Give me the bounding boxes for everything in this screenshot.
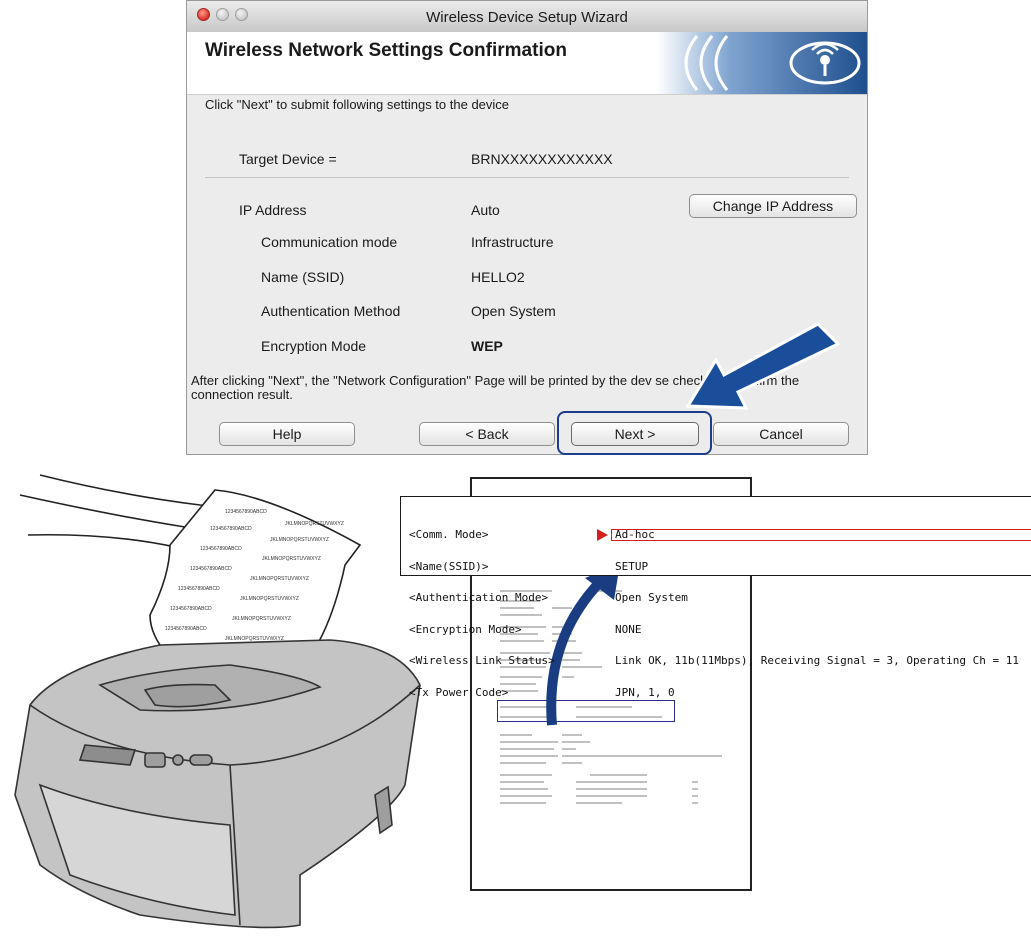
- page-title: Wireless Network Settings Confirmation: [205, 40, 567, 61]
- svg-text:JKLMNOPQRSTUVWXYZ: JKLMNOPQRSTUVWXYZ: [232, 616, 291, 622]
- red-pointer-icon: [597, 529, 608, 541]
- wireless-logo-icon: [657, 32, 867, 94]
- svg-text:JKLMNOPQRSTUVWXYZ: JKLMNOPQRSTUVWXYZ: [285, 521, 344, 527]
- window-title: Wireless Device Setup Wizard: [426, 9, 628, 26]
- svg-text:1234567890ABCD: 1234567890ABCD: [165, 626, 207, 632]
- change-ip-address-button[interactable]: Change IP Address: [689, 194, 857, 218]
- back-button[interactable]: < Back: [419, 422, 555, 446]
- svg-text:JKLMNOPQRSTUVWXYZ: JKLMNOPQRSTUVWXYZ: [250, 576, 309, 582]
- authentication-method-label: Authentication Method: [261, 303, 401, 319]
- wireless-link-status-value: Link OK, 11b(11Mbps), Receiving Signal =…: [615, 654, 1019, 667]
- svg-text:1234567890ABCD: 1234567890ABCD: [200, 546, 242, 552]
- title-bar: Wireless Device Setup Wizard: [187, 1, 867, 33]
- report-zoom-callout: <Comm. Mode> <Name(SSID)> <Authenticatio…: [400, 496, 1031, 697]
- svg-text:1234567890ABCD: 1234567890ABCD: [210, 526, 252, 532]
- svg-text:1234567890ABCD: 1234567890ABCD: [170, 606, 212, 612]
- svg-text:JKLMNOPQRSTUVWXYZ: JKLMNOPQRSTUVWXYZ: [270, 537, 329, 543]
- communication-mode-value: Infrastructure: [471, 234, 554, 250]
- help-button[interactable]: Help: [219, 422, 355, 446]
- report-setting-labels: <Comm. Mode> <Name(SSID)> <Authenticatio…: [409, 528, 555, 699]
- ssid-value: HELLO2: [471, 269, 525, 285]
- authentication-method-value: Open System: [471, 303, 556, 319]
- svg-text:1234567890ABCD: 1234567890ABCD: [190, 566, 232, 572]
- ip-address-label: IP Address: [239, 202, 307, 218]
- svg-text:JKLMNOPQRSTUVWXYZ: JKLMNOPQRSTUVWXYZ: [240, 596, 299, 602]
- printer-icon: [14, 639, 421, 929]
- link-status-highlight: [611, 529, 1031, 541]
- divider: [205, 177, 849, 178]
- next-button[interactable]: Next >: [571, 422, 699, 446]
- encryption-mode-label: Encryption Mode: [261, 338, 367, 354]
- intro-text: Click "Next" to submit following setting…: [205, 97, 510, 112]
- cancel-button[interactable]: Cancel: [713, 422, 849, 446]
- svg-text:JKLMNOPQRSTUVWXYZ: JKLMNOPQRSTUVWXYZ: [262, 556, 321, 562]
- svg-text:1234567890ABCD: 1234567890ABCD: [178, 586, 220, 592]
- communication-mode-label: Communication mode: [261, 234, 398, 250]
- encryption-mode-value: WEP: [471, 338, 503, 354]
- target-device-value: BRNXXXXXXXXXXXX: [471, 151, 613, 167]
- svg-text:1234567890ABCD: 1234567890ABCD: [225, 509, 267, 515]
- target-device-label: Target Device =: [239, 151, 337, 167]
- ip-address-value: Auto: [471, 202, 500, 218]
- pointer-arrow-icon: [685, 322, 841, 410]
- ssid-label: Name (SSID): [261, 269, 345, 285]
- wizard-header: Wireless Network Settings Confirmation: [187, 32, 867, 95]
